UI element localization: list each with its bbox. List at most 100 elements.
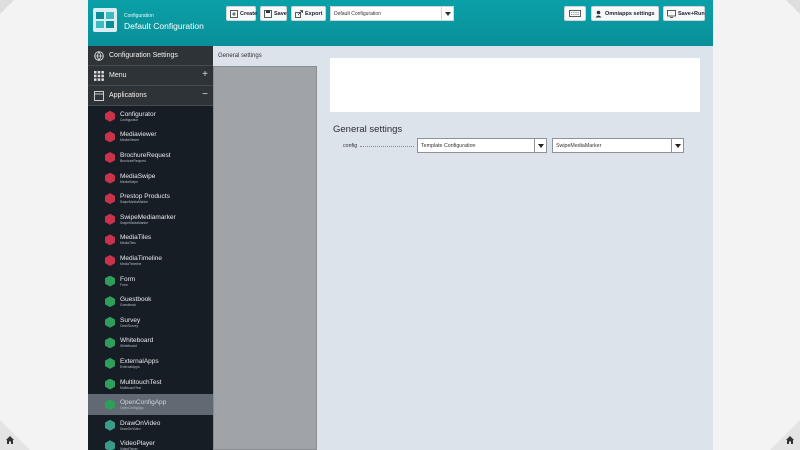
- app-name: Mediaviewer: [120, 131, 157, 139]
- app-hexagon-icon: [105, 234, 115, 246]
- save-run-label: Save+Run: [678, 10, 705, 17]
- breadcrumb: General settings: [218, 53, 262, 59]
- app-name: SwipeMediamarker: [120, 213, 176, 221]
- sidebar-item-label: Applications: [109, 92, 147, 99]
- app-list-item[interactable]: MultitouchTest MultitouchTest: [88, 374, 213, 395]
- preview-area: [330, 58, 700, 112]
- app-list-item[interactable]: VideoPlayer VideoPlayer: [88, 436, 213, 450]
- sidebar-item-configuration-settings[interactable]: Configuration Settings: [88, 46, 213, 66]
- create-button[interactable]: Create: [226, 6, 258, 21]
- collapse-icon[interactable]: −: [202, 89, 208, 100]
- app-list-item[interactable]: OpenConfigApp OpenConfigApp: [88, 394, 213, 415]
- home-icon[interactable]: [2, 432, 18, 448]
- app-name: MultitouchTest: [120, 378, 162, 386]
- app-list-item[interactable]: BrochureRequest BrochureRequest: [88, 147, 213, 168]
- configuration-select[interactable]: Default Configuration: [330, 6, 454, 21]
- app-name: Form: [120, 275, 136, 283]
- keyboard-icon: [569, 10, 581, 17]
- app-hexagon-icon: [105, 110, 115, 122]
- sidebar-item-label: Menu: [109, 72, 127, 79]
- app-hexagon-icon: [105, 357, 115, 369]
- app-name: DrawOnVideo: [120, 419, 161, 427]
- tree-panel: [213, 66, 317, 450]
- app-list-item[interactable]: MediaTiles MediaTiles: [88, 230, 213, 251]
- app-name: MediaTiles: [120, 234, 152, 242]
- app-hexagon-icon: [105, 275, 115, 287]
- app-list-item[interactable]: MediaSwipe MediaSwipe: [88, 168, 213, 189]
- sidebar-item-menu[interactable]: Menu +: [88, 66, 213, 86]
- grid-icon: [93, 70, 104, 81]
- app-name: Prestop Products: [120, 193, 170, 201]
- app-subtitle: Configuration: [124, 13, 154, 19]
- app-hexagon-icon: [105, 193, 115, 205]
- app-list-item[interactable]: ExternalApps ExternalApps: [88, 353, 213, 374]
- app-subname: OmniSurvey: [120, 323, 139, 328]
- window-icon: [93, 90, 104, 101]
- section-title: General settings: [333, 124, 403, 135]
- app-name: BrochureRequest: [120, 151, 171, 159]
- create-label: Create: [240, 10, 258, 17]
- app-hexagon-icon: [105, 378, 115, 390]
- app-subname: SwipeMediaMarker: [120, 200, 149, 205]
- omniapps-settings-button[interactable]: Omniapps settings: [591, 6, 659, 21]
- app-hexagon-icon: [105, 296, 115, 308]
- save-run-button[interactable]: Save+Run: [663, 6, 705, 21]
- template-select-value: Template Configuration: [421, 142, 476, 149]
- app-name: Survey: [120, 316, 141, 324]
- expand-icon[interactable]: +: [202, 69, 208, 80]
- app-subname: MediaTiles: [120, 241, 136, 246]
- app-subname: MultitouchTest: [120, 385, 142, 390]
- app-list-item[interactable]: Mediaviewer MediaViewer: [88, 127, 213, 148]
- app-name: VideoPlayer: [120, 440, 155, 448]
- app-select[interactable]: SwipeMediaMarker: [552, 138, 684, 153]
- app-name: MediaSwipe: [120, 172, 156, 180]
- app-hexagon-icon: [105, 399, 115, 411]
- app-list-item[interactable]: Prestop Products SwipeMediaMarker: [88, 188, 213, 209]
- save-icon: [264, 9, 272, 18]
- corner-decoration: [786, 0, 800, 14]
- app-name: MediaTimeline: [120, 254, 163, 262]
- app-logo: [93, 8, 117, 32]
- application-list: Configurator Configurator Mediaviewer Media…: [88, 106, 213, 450]
- app-hexagon-icon: [105, 172, 115, 184]
- app-list-item[interactable]: Whiteboard Whiteboard: [88, 333, 213, 354]
- app-subname: MediaSwipe: [120, 179, 138, 184]
- app-list-item[interactable]: Guestbook Guestbook: [88, 291, 213, 312]
- template-select[interactable]: Template Configuration: [417, 138, 547, 153]
- sidebar-item-label: Configuration Settings: [109, 52, 178, 59]
- app-list-item[interactable]: MediaTimeline MediaTimeline: [88, 250, 213, 271]
- home-icon[interactable]: [782, 432, 798, 448]
- app-select-value: SwipeMediaMarker: [556, 142, 602, 149]
- chevron-down-icon: [671, 139, 683, 152]
- app-name: ExternalApps: [120, 357, 159, 365]
- monitor-icon: [667, 9, 676, 18]
- app-list-item[interactable]: SwipeMediamarker SwipeMediaMarker: [88, 209, 213, 230]
- app-list-item[interactable]: Configurator Configurator: [88, 106, 213, 127]
- app-list-item[interactable]: Form Form: [88, 271, 213, 292]
- app-hexagon-icon: [105, 151, 115, 163]
- save-label: Save: [274, 10, 287, 17]
- chevron-down-icon: [534, 139, 546, 152]
- header-bar: Configuration Default Configuration Crea…: [88, 0, 713, 46]
- app-subname: Whiteboard: [120, 344, 137, 349]
- keyboard-button[interactable]: [564, 6, 586, 21]
- app-list-item[interactable]: DrawOnVideo DrawOnVideo: [88, 415, 213, 436]
- export-label: Export: [305, 10, 323, 17]
- app-hexagon-icon: [105, 337, 115, 349]
- app-list-item[interactable]: Survey OmniSurvey: [88, 312, 213, 333]
- export-button[interactable]: Export: [291, 6, 326, 21]
- app-name: Whiteboard: [120, 337, 154, 345]
- chevron-down-icon: [441, 7, 453, 20]
- app-subname: BrochureRequest: [120, 158, 146, 163]
- save-button[interactable]: Save: [260, 6, 287, 21]
- config-label: config: [343, 143, 358, 149]
- app-subname: MediaTimeline: [120, 261, 142, 266]
- app-name: Configurator: [120, 110, 156, 118]
- create-icon: [230, 9, 238, 18]
- sidebar-item-applications[interactable]: Applications −: [88, 86, 213, 106]
- app-subname: Configurator: [120, 117, 139, 122]
- app-subname: DrawOnVideo: [120, 426, 141, 431]
- app-subname: OpenConfigApp: [120, 406, 144, 411]
- app-name: OpenConfigApp: [120, 399, 167, 407]
- export-icon: [295, 9, 303, 18]
